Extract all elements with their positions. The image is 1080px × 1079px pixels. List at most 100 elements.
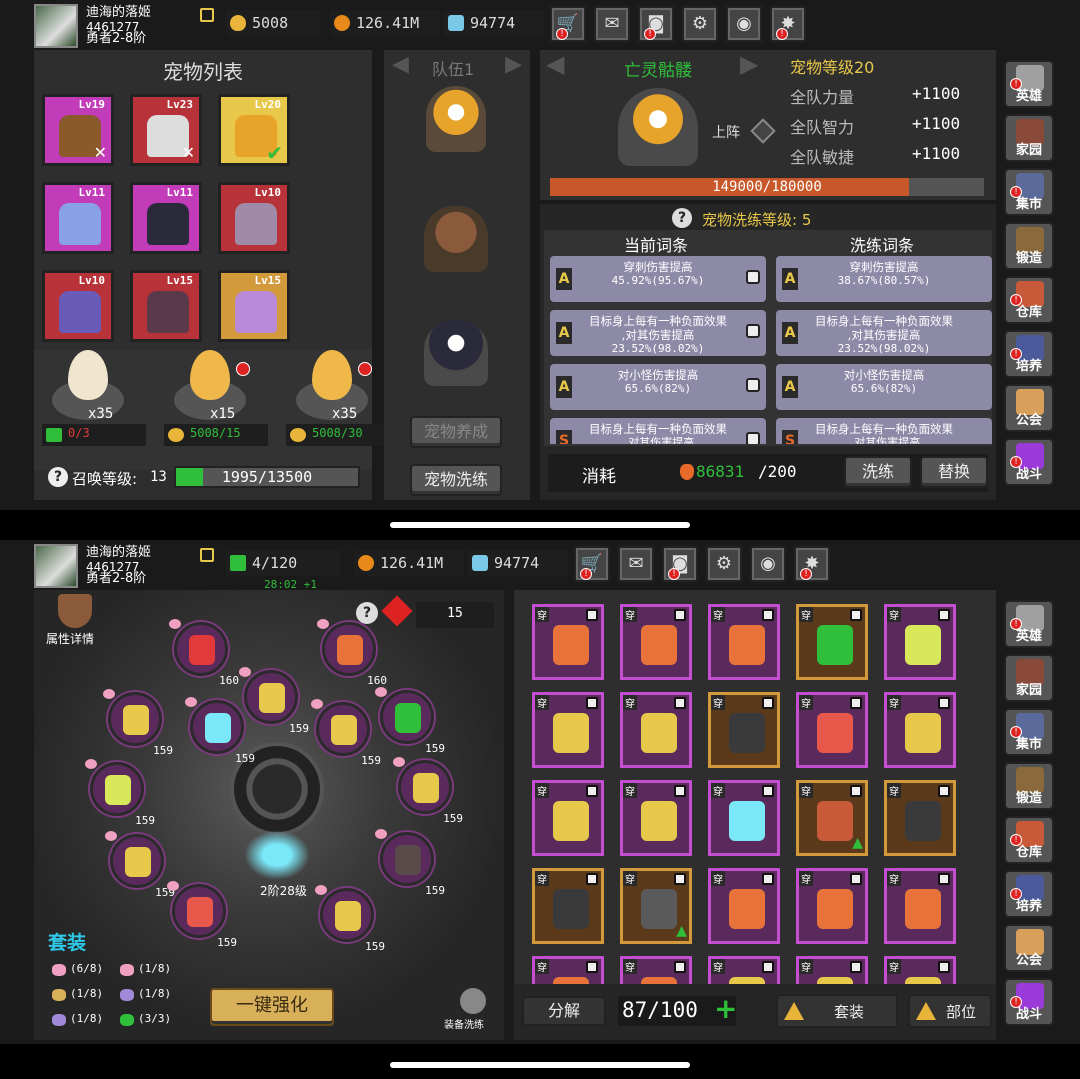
pet-card[interactable]: Lv15: [130, 270, 202, 342]
lock-icon[interactable]: [850, 609, 862, 621]
equip-wash-label[interactable]: 装备洗练: [444, 1016, 484, 1031]
inventory-slot[interactable]: 穿: [532, 780, 604, 856]
inventory-slot[interactable]: 穿 ▲: [620, 868, 692, 944]
lock-icon[interactable]: [746, 432, 760, 444]
sort-by-part-button[interactable]: 部位: [908, 994, 992, 1028]
lock-icon[interactable]: [938, 785, 950, 797]
lock-icon[interactable]: [938, 609, 950, 621]
pet-card[interactable]: Lv11: [42, 182, 114, 254]
equipment-ring-slot[interactable]: 159: [239, 667, 309, 735]
lock-icon[interactable]: [746, 378, 760, 392]
edit-icon[interactable]: [200, 548, 214, 562]
inventory-slot[interactable]: 穿: [884, 692, 956, 768]
player-avatar[interactable]: [34, 4, 78, 48]
pet-card[interactable]: Lv20 ✔: [218, 94, 290, 166]
sort-by-set-button[interactable]: 套装: [776, 994, 898, 1028]
sidebar-item-5[interactable]: 培养!: [1004, 330, 1054, 378]
sidebar-item-1[interactable]: 家园: [1004, 114, 1054, 162]
inventory-slot[interactable]: 穿: [532, 692, 604, 768]
inventory-slot[interactable]: 穿: [796, 868, 868, 944]
fireworks-button[interactable]: ✸!: [794, 546, 830, 582]
replace-button[interactable]: 替换: [920, 456, 988, 488]
pet-card[interactable]: Lv15: [218, 270, 290, 342]
inventory-slot[interactable]: 穿: [796, 956, 868, 984]
lock-icon[interactable]: [762, 697, 774, 709]
sidebar-item-4[interactable]: 仓库!: [1004, 816, 1054, 864]
mail-button[interactable]: ✉: [618, 546, 654, 582]
inventory-slot[interactable]: 穿: [796, 692, 868, 768]
inventory-slot[interactable]: 穿: [884, 868, 956, 944]
help-icon[interactable]: ?: [48, 467, 68, 487]
lock-icon[interactable]: [762, 961, 774, 973]
lock-icon[interactable]: [586, 697, 598, 709]
lock-icon[interactable]: [938, 873, 950, 885]
pet-card[interactable]: Lv10: [218, 182, 290, 254]
wash-button[interactable]: 洗练: [844, 456, 912, 488]
pet-card[interactable]: Lv23 ✕: [130, 94, 202, 166]
color-wheel-button[interactable]: ◉: [726, 6, 762, 42]
gamepad-button[interactable]: ◙!: [662, 546, 698, 582]
next-pet-arrow-icon[interactable]: ▶: [740, 50, 758, 78]
mail-button[interactable]: ✉: [594, 6, 630, 42]
sidebar-item-5[interactable]: 培养!: [1004, 870, 1054, 918]
inventory-slot[interactable]: 穿: [620, 956, 692, 984]
lock-icon[interactable]: [850, 697, 862, 709]
equipment-ring-slot[interactable]: 159: [393, 757, 463, 825]
team-pet-treant[interactable]: [424, 206, 488, 272]
sidebar-item-3[interactable]: 锻造: [1004, 762, 1054, 810]
one-click-enhance-button[interactable]: 一键强化: [210, 988, 334, 1026]
prev-pet-arrow-icon[interactable]: ◀: [546, 50, 564, 78]
sidebar-item-7[interactable]: 战斗!: [1004, 978, 1054, 1026]
equipment-ring-slot[interactable]: 159: [185, 697, 255, 765]
sidebar-item-3[interactable]: 锻造: [1004, 222, 1054, 270]
sidebar-item-0[interactable]: 英雄!: [1004, 60, 1054, 108]
inventory-slot[interactable]: 穿: [620, 780, 692, 856]
lock-icon[interactable]: [850, 873, 862, 885]
inventory-slot[interactable]: 穿: [532, 604, 604, 680]
inventory-slot[interactable]: 穿: [884, 956, 956, 984]
deploy-diamond-icon[interactable]: [750, 118, 776, 144]
settings-gear-button[interactable]: ⚙: [682, 6, 718, 42]
decompose-button[interactable]: 分解: [522, 996, 606, 1026]
equipment-ring-slot[interactable]: 160: [169, 619, 239, 687]
shop-button[interactable]: 🛒!: [550, 6, 586, 42]
lock-icon[interactable]: [850, 785, 862, 797]
prev-arrow-icon[interactable]: ◀: [392, 52, 409, 77]
attr-detail-label[interactable]: 属性详情: [46, 630, 94, 647]
edit-icon[interactable]: [200, 8, 214, 22]
inventory-slot[interactable]: 穿: [620, 604, 692, 680]
equipment-ring-slot[interactable]: 159: [103, 689, 173, 757]
sidebar-item-6[interactable]: 公会: [1004, 384, 1054, 432]
help-icon[interactable]: ?: [356, 602, 378, 624]
pet-feed-button[interactable]: 宠物养成: [410, 416, 502, 448]
lock-icon[interactable]: [746, 324, 760, 338]
settings-gear-button[interactable]: ⚙: [706, 546, 742, 582]
pet-card[interactable]: Lv19 ✕: [42, 94, 114, 166]
inventory-slot[interactable]: 穿 ▲: [796, 780, 868, 856]
inventory-slot[interactable]: 穿: [620, 692, 692, 768]
sidebar-item-4[interactable]: 仓库!: [1004, 276, 1054, 324]
dismiss-x-icon[interactable]: ✕: [182, 145, 195, 161]
sidebar-item-6[interactable]: 公会: [1004, 924, 1054, 972]
equip-wash-icon[interactable]: [460, 988, 486, 1014]
lock-icon[interactable]: [762, 609, 774, 621]
lock-icon[interactable]: [586, 609, 598, 621]
player-avatar[interactable]: [34, 544, 78, 588]
sidebar-item-2[interactable]: 集市!: [1004, 168, 1054, 216]
lock-icon[interactable]: [674, 961, 686, 973]
equipment-ring-slot[interactable]: 159: [315, 885, 385, 953]
pet-card[interactable]: Lv11: [130, 182, 202, 254]
inventory-slot[interactable]: 穿: [708, 780, 780, 856]
equipment-ring-slot[interactable]: 160: [317, 619, 387, 687]
fireworks-button[interactable]: ✸!: [770, 6, 806, 42]
dismiss-x-icon[interactable]: ✕: [94, 145, 107, 161]
lock-icon[interactable]: [586, 961, 598, 973]
lock-icon[interactable]: [674, 785, 686, 797]
lock-icon[interactable]: [746, 270, 760, 284]
lock-icon[interactable]: [674, 697, 686, 709]
shop-button[interactable]: 🛒!: [574, 546, 610, 582]
lock-icon[interactable]: [674, 609, 686, 621]
inventory-slot[interactable]: 穿: [532, 868, 604, 944]
pet-wash-button[interactable]: 宠物洗练: [410, 464, 502, 496]
lock-icon[interactable]: [586, 785, 598, 797]
